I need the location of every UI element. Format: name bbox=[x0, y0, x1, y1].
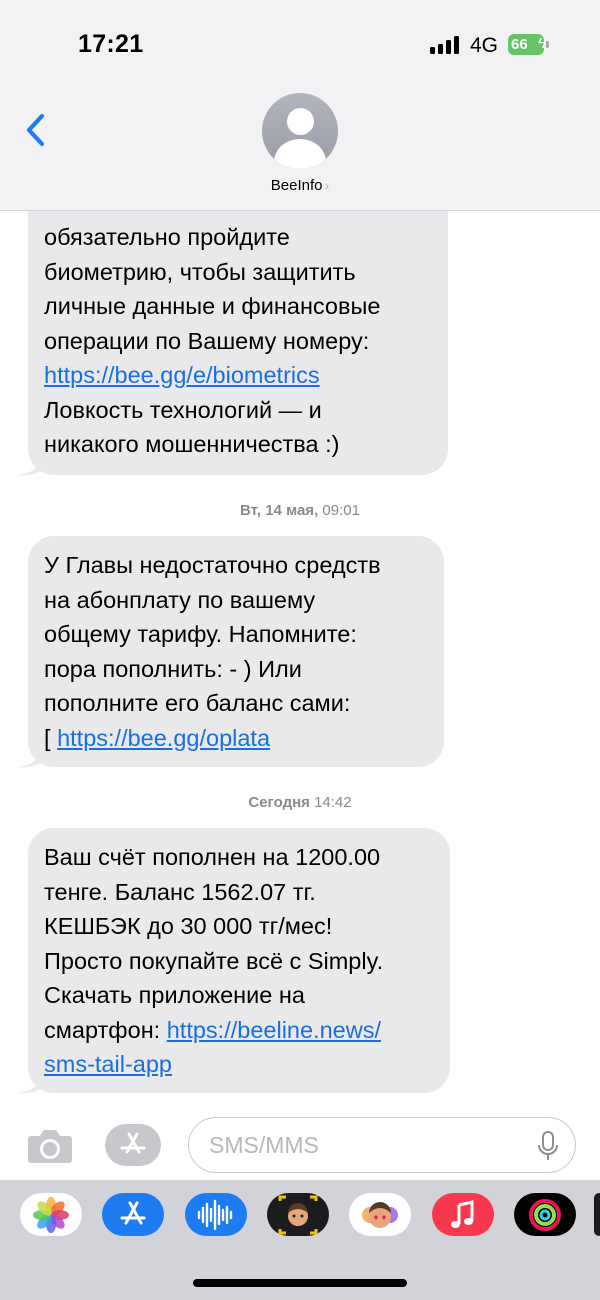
message-line: никакого мошенничества :) bbox=[44, 431, 340, 457]
charging-bolt-icon: ϟ bbox=[538, 35, 546, 52]
bubble-tail bbox=[18, 1072, 42, 1094]
timestamp-time: 14:42 bbox=[314, 794, 352, 811]
message-text: У Главы недостаточно средств на абонплат… bbox=[44, 548, 428, 755]
timestamp-time: 09:01 bbox=[322, 502, 360, 519]
message-link[interactable]: https://beeline.news/ bbox=[167, 1017, 381, 1043]
back-button[interactable] bbox=[20, 110, 56, 150]
message-line: У Главы недостаточно средств bbox=[44, 552, 381, 578]
message-line: Ловкость технологий — и bbox=[44, 396, 322, 423]
message-line: общему тарифу. Напомните: bbox=[44, 621, 357, 647]
message-bubble[interactable]: У Главы недостаточно средств на абонплат… bbox=[18, 536, 444, 768]
contact-avatar[interactable] bbox=[262, 93, 338, 169]
message-timestamp: Вт, 14 мая, 09:01 bbox=[0, 502, 600, 519]
message-line: смартфон: bbox=[44, 1016, 167, 1043]
message-line: тенге. Баланс 1562.07 тг. bbox=[44, 878, 316, 905]
message-line: Скачать приложение на bbox=[44, 982, 305, 1008]
message-line: Ваш счёт пополнен на 1200.00 bbox=[44, 844, 381, 870]
camera-button[interactable] bbox=[27, 1128, 73, 1164]
message-line: пополните его баланс сами: bbox=[44, 690, 351, 716]
app-store-app-icon[interactable] bbox=[102, 1193, 164, 1236]
battery-level: 66 bbox=[511, 36, 528, 53]
message-bubble[interactable]: Ваш счёт пополнен на 1200.00 тенге. Бала… bbox=[18, 828, 450, 1094]
app-store-icon bbox=[120, 1132, 146, 1154]
chevron-right-icon: › bbox=[324, 177, 330, 193]
person-silhouette-icon bbox=[287, 108, 314, 135]
music-icon[interactable] bbox=[432, 1193, 494, 1236]
conversation-header: 17:21 4G 66 ϟ BeeInfo › bbox=[0, 0, 600, 211]
message-line: обязательно пройдите bbox=[44, 224, 290, 250]
network-type: 4G bbox=[470, 34, 499, 57]
cellular-signal-icon bbox=[430, 36, 462, 54]
more-apps-icon[interactable] bbox=[594, 1193, 600, 1236]
message-line: на абонплату по вашему bbox=[44, 586, 316, 613]
message-text: Ваш счёт пополнен на 1200.00 тенге. Бала… bbox=[44, 840, 434, 1082]
message-timestamp: Сегодня 14:42 bbox=[0, 794, 600, 811]
contact-name: BeeInfo bbox=[270, 177, 323, 194]
message-bubble[interactable]: обязательно пройдите биометрию, чтобы за… bbox=[18, 174, 448, 476]
message-line: КЕШБЭК до 30 000 тг/мес! bbox=[44, 913, 333, 939]
message-link[interactable]: sms-tail-app bbox=[44, 1051, 172, 1077]
bubble-tail bbox=[18, 454, 42, 476]
message-line: [ bbox=[44, 724, 58, 751]
message-line: Просто покупайте всё с Simply. bbox=[44, 947, 384, 974]
message-line: личные данные и финансовые bbox=[44, 293, 381, 319]
audio-message-icon[interactable] bbox=[185, 1193, 247, 1236]
timestamp-day: Сегодня bbox=[248, 794, 310, 811]
status-time: 17:21 bbox=[78, 30, 144, 58]
message-input[interactable]: SMS/MMS bbox=[188, 1117, 576, 1173]
message-link[interactable]: https://bee.gg/e/biometrics bbox=[44, 362, 320, 388]
battery-icon: 66 ϟ bbox=[508, 34, 550, 55]
memoji-icon[interactable] bbox=[267, 1193, 329, 1236]
apps-button[interactable] bbox=[105, 1124, 161, 1166]
message-link[interactable]: https://bee.gg/oplata bbox=[57, 725, 270, 751]
message-text: обязательно пройдите биометрию, чтобы за… bbox=[44, 220, 432, 462]
message-line: операции по Вашему номеру: bbox=[44, 327, 370, 354]
bubble-tail bbox=[18, 746, 42, 768]
contact-name-button[interactable]: BeeInfo › bbox=[0, 177, 600, 194]
message-line: пора пополнить: - ) Или bbox=[44, 655, 302, 682]
camera-icon bbox=[28, 1130, 72, 1163]
message-line: биометрию, чтобы защитить bbox=[44, 258, 356, 285]
microphone-icon[interactable] bbox=[537, 1131, 559, 1161]
photos-icon[interactable] bbox=[20, 1193, 82, 1236]
memoji-stickers-icon[interactable] bbox=[349, 1193, 411, 1236]
timestamp-day: Вт, 14 мая, bbox=[240, 502, 319, 519]
message-input-placeholder: SMS/MMS bbox=[209, 1132, 319, 1158]
chevron-left-icon bbox=[26, 113, 45, 147]
home-indicator[interactable] bbox=[193, 1279, 407, 1287]
activity-icon[interactable] bbox=[514, 1193, 576, 1236]
